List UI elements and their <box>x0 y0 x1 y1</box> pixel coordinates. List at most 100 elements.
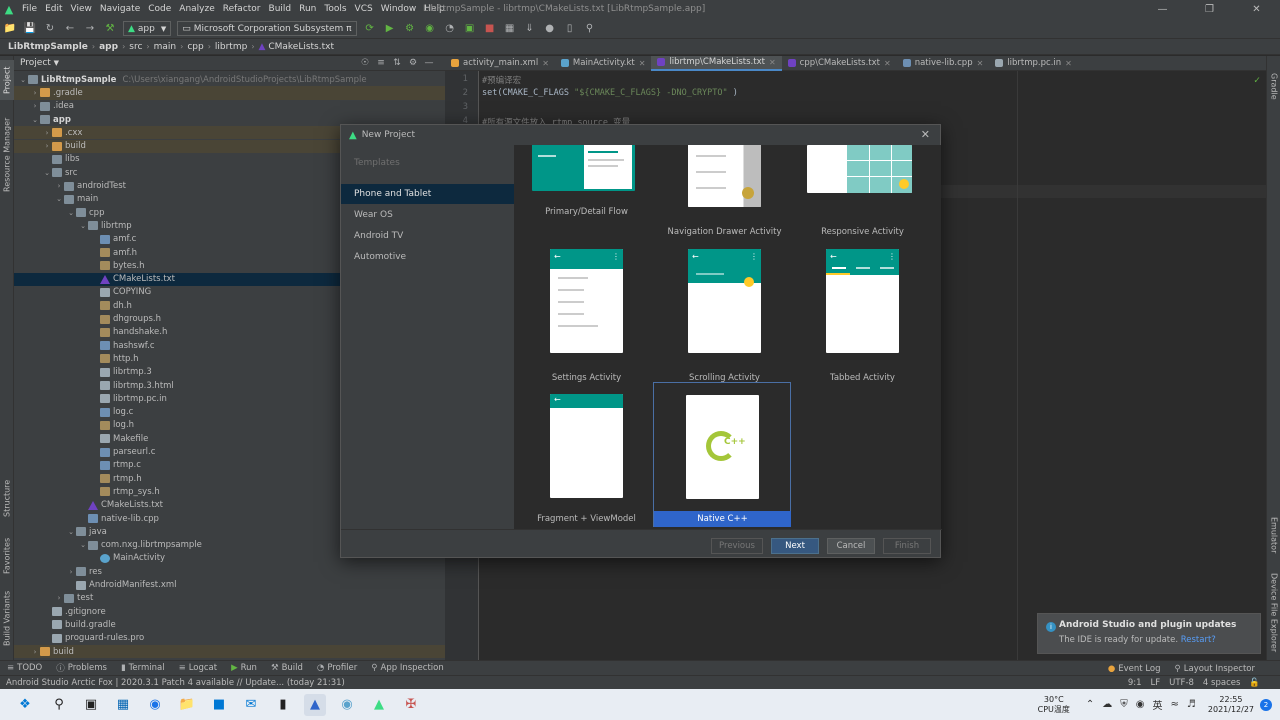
menu-refactor[interactable]: Refactor <box>219 0 265 19</box>
menu-vcs[interactable]: VCS <box>351 0 377 19</box>
template-primary-detail[interactable]: Primary/Detail Flow <box>518 145 655 265</box>
editor-tab[interactable]: cpp\CMakeLists.txt ✕ <box>782 56 897 71</box>
side-tab-device-file-explorer[interactable]: Device File Explorer <box>1267 570 1280 656</box>
android-studio-taskbar-icon[interactable]: ▲ <box>304 693 326 716</box>
tree-item[interactable]: .gitignore <box>14 605 445 618</box>
tool-layout-inspector[interactable]: ⚲ Layout Inspector <box>1168 664 1262 674</box>
previous-button[interactable]: Previous <box>711 538 763 554</box>
tool-taskbar-icon[interactable]: ✠ <box>400 694 422 716</box>
template-fragment-viewmodel[interactable]: ← Fragment + ViewModel <box>518 394 655 529</box>
gradle-sync-icon[interactable]: ● <box>542 21 558 37</box>
chevron-icon[interactable]: › <box>66 568 76 576</box>
breadcrumb-file[interactable]: ▲ CMakeLists.txt <box>259 42 334 52</box>
tree-item[interactable]: build.gradle <box>14 618 445 631</box>
close-tab-icon[interactable]: ✕ <box>1065 59 1072 68</box>
lock-icon[interactable]: 🔓 <box>1249 678 1260 688</box>
tool-problems[interactable]: ⓘ Problems <box>49 662 114 674</box>
menu-file[interactable]: File <box>18 0 41 19</box>
device-manager-icon[interactable]: ▦ <box>502 21 518 37</box>
chevron-up-icon[interactable]: ⌃ <box>1086 699 1094 710</box>
template-settings[interactable]: ← ⋮ Settings Activity <box>518 249 655 389</box>
chevron-icon[interactable]: ⌄ <box>42 169 52 177</box>
tool-profiler[interactable]: ◔ Profiler <box>310 663 364 673</box>
task-view-icon[interactable]: ▣ <box>80 694 102 716</box>
volume-icon[interactable]: ♬ <box>1187 699 1196 710</box>
search-icon[interactable]: ⚲ <box>48 694 70 716</box>
chevron-icon[interactable]: ⌄ <box>78 222 88 230</box>
category-phone-tablet[interactable]: Phone and Tablet <box>341 184 514 204</box>
side-tab-favorites[interactable]: Favorites <box>0 532 14 580</box>
category-automotive[interactable]: Automotive <box>341 247 514 267</box>
run-icon[interactable]: ▶ <box>382 21 398 37</box>
collapse-all-icon[interactable]: ⇅ <box>389 56 405 71</box>
sync-icon[interactable]: ↻ <box>42 21 58 37</box>
breadcrumb-main[interactable]: main <box>154 42 177 52</box>
windows-start-icon[interactable]: ❖ <box>14 694 36 716</box>
app-tray-icon[interactable]: ◉ <box>1136 699 1145 710</box>
close-tab-icon[interactable]: ✕ <box>977 59 984 68</box>
close-icon[interactable]: ✕ <box>921 128 930 141</box>
breadcrumb-app[interactable]: app <box>99 42 118 52</box>
expand-all-icon[interactable]: ≡ <box>373 56 389 71</box>
stop-icon[interactable]: ■ <box>482 21 498 37</box>
tree-item[interactable]: › test <box>14 592 445 605</box>
close-tab-icon[interactable]: ✕ <box>639 59 646 68</box>
editor-tab[interactable]: MainActivity.kt ✕ <box>555 56 652 71</box>
chevron-icon[interactable]: › <box>30 89 40 97</box>
template-tabbed[interactable]: ← ⋮ Tabbed Activity <box>794 249 931 389</box>
category-android-tv[interactable]: Android TV <box>341 226 514 246</box>
cpu-temp-widget[interactable]: 30°C CPU温度 <box>1038 695 1070 715</box>
menu-edit[interactable]: Edit <box>41 0 66 19</box>
editor-tab[interactable]: librtmp\CMakeLists.txt ✕ <box>651 55 782 71</box>
breadcrumb-src[interactable]: src <box>129 42 142 52</box>
chevron-icon[interactable]: › <box>42 142 52 150</box>
category-wear-os[interactable]: Wear OS <box>341 205 514 225</box>
tree-root[interactable]: ⌄ LibRtmpSample C:\Users\xiangang\Androi… <box>14 73 445 86</box>
hide-panel-icon[interactable]: — <box>421 56 437 71</box>
chevron-icon[interactable]: › <box>42 129 52 137</box>
terminal-icon[interactable]: ▮ <box>272 694 294 716</box>
side-tab-resource-manager[interactable]: Resource Manager <box>0 110 14 200</box>
notification-count-badge[interactable]: 2 <box>1260 698 1272 711</box>
open-folder-icon[interactable]: 📁 <box>2 21 18 37</box>
breadcrumb-cpp[interactable]: cpp <box>187 42 203 52</box>
mail-icon[interactable]: ✉ <box>240 694 262 716</box>
forward-icon[interactable]: → <box>82 21 98 37</box>
tree-item[interactable]: › build <box>14 644 445 659</box>
line-separator[interactable]: LF <box>1151 678 1161 688</box>
file-explorer-icon[interactable]: 📁 <box>176 694 198 716</box>
next-button[interactable]: Next <box>771 538 819 554</box>
menu-navigate[interactable]: Navigate <box>96 0 144 19</box>
finish-button[interactable]: Finish <box>883 538 931 554</box>
tree-item[interactable]: proguard-rules.pro <box>14 632 445 645</box>
module-selector[interactable]: ▲ app ▼ <box>123 21 172 36</box>
widgets-icon[interactable]: ▦ <box>112 694 134 716</box>
hammer-icon[interactable]: ⚒ <box>102 21 118 37</box>
close-tab-icon[interactable]: ✕ <box>542 59 549 68</box>
menu-window[interactable]: Window <box>377 0 421 19</box>
inspection-ok-icon[interactable]: ✓ <box>1254 75 1260 86</box>
tree-item[interactable]: › .gradle <box>14 86 445 100</box>
file-encoding[interactable]: UTF-8 <box>1169 678 1194 688</box>
editor-tab[interactable]: activity_main.xml ✕ <box>445 56 555 71</box>
minimize-icon[interactable]: — <box>1139 0 1186 19</box>
breadcrumb-librtmp[interactable]: librtmp <box>215 42 247 52</box>
editor-tab[interactable]: native-lib.cpp ✕ <box>897 56 990 71</box>
attach-debugger-icon[interactable]: ▣ <box>462 21 478 37</box>
layout-icon[interactable]: ▯ <box>562 21 578 37</box>
side-tab-gradle[interactable]: Gradle <box>1267 66 1280 106</box>
tree-item[interactable]: AndroidManifest.xml <box>14 578 445 591</box>
save-icon[interactable]: 💾 <box>22 21 38 37</box>
status-message[interactable]: Android Studio Arctic Fox | 2020.3.1 Pat… <box>0 678 345 688</box>
menu-code[interactable]: Code <box>144 0 175 19</box>
side-tab-structure[interactable]: Structure <box>0 474 14 522</box>
chevron-icon[interactable]: ⌄ <box>54 195 64 203</box>
side-tab-build-variants[interactable]: Build Variants <box>0 588 14 648</box>
close-window-icon[interactable]: ✕ <box>1233 0 1280 19</box>
update-notification[interactable]: i Android Studio and plugin updates The … <box>1037 613 1261 654</box>
tool-run[interactable]: ▶ Run <box>224 663 264 673</box>
coverage-icon[interactable]: ◉ <box>422 21 438 37</box>
store-icon[interactable]: ■ <box>208 694 230 716</box>
sdk-manager-icon[interactable]: ⇓ <box>522 21 538 37</box>
side-tab-emulator[interactable]: Emulator <box>1267 510 1280 560</box>
